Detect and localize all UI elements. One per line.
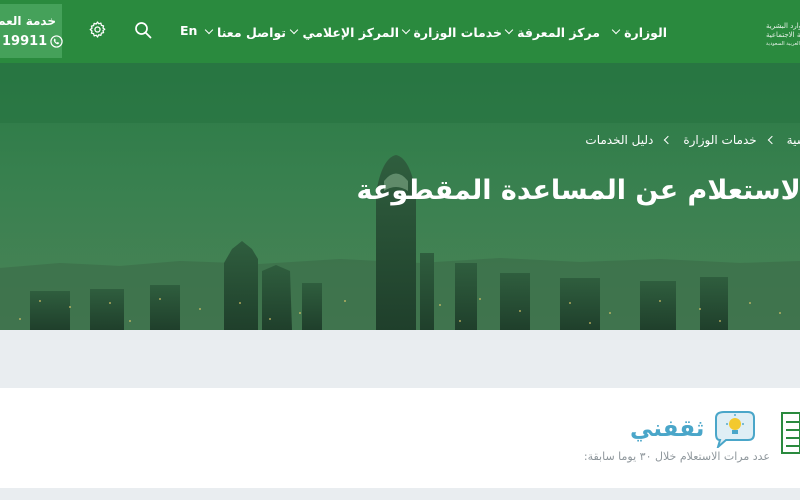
phone-number: 19911 — [2, 34, 48, 49]
search-icon[interactable] — [134, 21, 152, 39]
page-title: الاستعلام عن المساعدة المقطوعة — [356, 175, 800, 206]
customer-service-box[interactable]: خدمة العملاء 19911 — [0, 4, 63, 58]
chevron-left-icon — [767, 135, 776, 145]
chevron-down-icon — [401, 25, 410, 35]
nav-item-media-center[interactable]: المركز الإعلامي — [290, 23, 399, 41]
breadcrumb-services-guide[interactable]: دليل الخدمات — [585, 133, 653, 147]
content-spacer — [0, 330, 800, 388]
logo-line-1: وزارة الموارد البشرية — [766, 22, 800, 30]
nav-label: مركز المعرفة — [517, 24, 600, 40]
nav-item-ministry-services[interactable]: خدمات الوزارة — [401, 23, 502, 41]
breadcrumb-ministry-services[interactable]: خدمات الوزارة — [683, 133, 756, 147]
chevron-left-icon — [664, 135, 673, 145]
customer-service-title: خدمة العملاء — [0, 14, 56, 28]
page-bottom-strip — [0, 488, 800, 500]
hero-banner: الرئيسية خدمات الوزارة دليل الخدمات الاس… — [0, 63, 800, 330]
breadcrumb: الرئيسية خدمات الوزارة دليل الخدمات — [585, 133, 800, 147]
nav-item-contact-us[interactable]: تواصل معنا — [204, 23, 286, 41]
language-switch-button[interactable]: En — [180, 23, 197, 38]
top-navbar: وزارة الموارد البشرية والتنمية الاجتماعي… — [0, 0, 800, 63]
customer-service-phone[interactable]: 19911 — [2, 34, 63, 49]
document-list-icon — [781, 412, 800, 454]
nav-label: المركز الإعلامي — [302, 24, 399, 40]
gear-icon[interactable] — [88, 20, 107, 39]
logo-line-2: والتنمية الاجتماعية — [766, 31, 800, 39]
nav-label: تواصل معنا — [217, 24, 286, 40]
inquiry-count-label: عدد مرات الاستعلام خلال ٣٠ يوما سابقة: — [583, 450, 770, 463]
logo-line-3: المملكة العربية السعودية — [766, 41, 800, 47]
ministry-logo[interactable]: وزارة الموارد البشرية والتنمية الاجتماعي… — [766, 22, 800, 62]
site-watermark: ثقفني — [630, 410, 756, 448]
chevron-down-icon — [611, 25, 621, 35]
breadcrumb-home[interactable]: الرئيسية — [787, 133, 800, 147]
nav-label: الوزارة — [624, 24, 667, 40]
watermark-text: ثقفني — [630, 416, 705, 442]
chevron-down-icon — [204, 25, 214, 35]
phone-icon — [50, 35, 63, 48]
nav-item-ministry[interactable]: الوزارة — [611, 23, 667, 41]
nav-item-knowledge-center[interactable]: مركز المعرفة — [504, 23, 600, 41]
lightbulb-speech-icon — [715, 411, 756, 448]
chevron-down-icon — [504, 25, 514, 35]
inquiry-stats-card: ثقفني عدد مرات الاستعلام خلال ٣٠ يوما سا… — [0, 388, 800, 488]
chevron-down-icon — [290, 25, 299, 35]
nav-label: خدمات الوزارة — [413, 24, 502, 40]
